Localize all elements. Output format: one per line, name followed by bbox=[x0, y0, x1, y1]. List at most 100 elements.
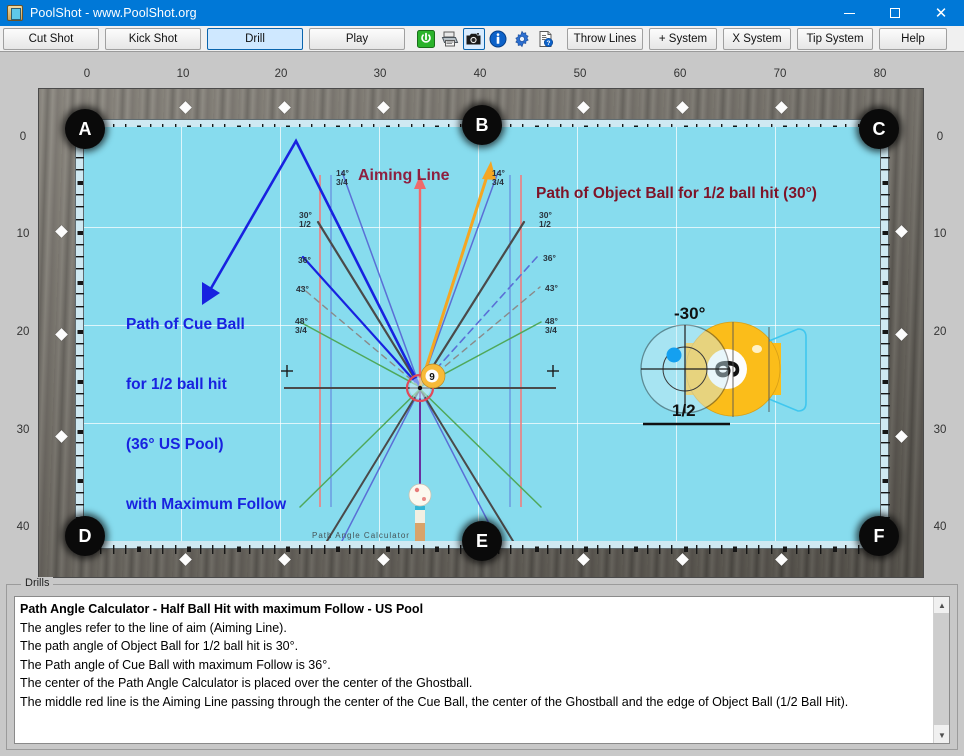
angle-line-48-lower-left bbox=[299, 388, 421, 508]
printer-icon bbox=[441, 31, 459, 46]
power-button[interactable] bbox=[415, 28, 437, 50]
ruler-right-20: 20 bbox=[933, 326, 947, 338]
scrollbar-thumb[interactable] bbox=[934, 613, 949, 725]
angle-label-48-right: 48° 3/4 bbox=[545, 316, 558, 335]
ball-contact-diagram: 9 -30° 1/2 bbox=[630, 304, 830, 432]
camera-icon bbox=[466, 32, 481, 44]
diagram-angle-label: -30° bbox=[674, 304, 706, 323]
annotation-cue-ball-line-1: Path of Cue Ball bbox=[126, 316, 245, 333]
main-toolbar: Cut Shot Kick Shot Drill Play ? Throw Li… bbox=[0, 26, 964, 52]
annotation-cue-ball-path: Path of Cue Ball for 1/2 ball hit (36° U… bbox=[126, 275, 286, 541]
cue-ball-and-stick bbox=[408, 483, 432, 541]
drills-line-4: The center of the Path Angle Calculator … bbox=[20, 676, 473, 691]
pocket-c[interactable]: C bbox=[859, 109, 899, 149]
window-controls: ✕ bbox=[826, 0, 964, 26]
pocket-a[interactable]: A bbox=[65, 109, 105, 149]
drills-description: Path Angle Calculator - Half Ball Hit wi… bbox=[20, 600, 931, 712]
ruler-top-0: 0 bbox=[83, 68, 91, 80]
angle-line-30-right bbox=[418, 220, 526, 389]
annotation-aiming-line: Aiming Line bbox=[358, 167, 450, 184]
ruler-right-40: 40 bbox=[933, 521, 947, 533]
ruler-top-50: 50 bbox=[573, 68, 587, 80]
ruler-left-10: 10 bbox=[16, 228, 30, 240]
maximize-icon bbox=[890, 8, 900, 18]
button-plus-system[interactable]: + System bbox=[649, 27, 717, 50]
pocket-d[interactable]: D bbox=[65, 516, 105, 556]
ruler-right-30: 30 bbox=[933, 424, 947, 436]
drills-scrollbar[interactable]: ▲ ▼ bbox=[933, 597, 949, 743]
screenshot-button[interactable] bbox=[463, 27, 485, 50]
ruler-top-80: 80 bbox=[873, 68, 887, 80]
table-cloth[interactable]: 9 14° 3/4 30° 1/2 36° 43° 48° 3/4 14° 3/… bbox=[84, 127, 880, 541]
scroll-down-arrow[interactable]: ▼ bbox=[934, 727, 949, 743]
pool-table[interactable]: 9 14° 3/4 30° 1/2 36° 43° 48° 3/4 14° 3/… bbox=[38, 88, 924, 578]
angle-line-30-lower-left bbox=[326, 388, 421, 541]
window-title: PoolShot - www.PoolShot.org bbox=[30, 6, 197, 20]
tab-drill[interactable]: Drill bbox=[207, 27, 303, 50]
button-help[interactable]: Help bbox=[879, 27, 947, 50]
tab-play[interactable]: Play bbox=[309, 27, 405, 50]
drills-text-panel[interactable]: Path Angle Calculator - Half Ball Hit wi… bbox=[14, 596, 950, 744]
rail-watermark-text: Path Angle Calculator bbox=[312, 531, 410, 540]
angle-label-14-right: 14° 3/4 bbox=[492, 168, 505, 187]
close-icon: ✕ bbox=[934, 3, 948, 22]
maximize-button[interactable] bbox=[872, 0, 918, 26]
angle-line-48-left bbox=[299, 321, 421, 388]
annotation-cue-ball-line-3: (36° US Pool) bbox=[126, 436, 224, 453]
angle-line-30-lower-right bbox=[419, 388, 514, 541]
button-throw-lines[interactable]: Throw Lines bbox=[567, 27, 643, 50]
drills-line-2: The path angle of Object Ball for 1/2 ba… bbox=[20, 639, 299, 654]
annotation-cue-ball-line-2: for 1/2 ball hit bbox=[126, 376, 227, 393]
angle-fan-upper-right bbox=[418, 171, 542, 389]
angle-label-30-right: 30° 1/2 bbox=[539, 210, 552, 229]
drills-line-3: The Path angle of Cue Ball with maximum … bbox=[20, 657, 331, 672]
ruler-top-70: 70 bbox=[773, 68, 787, 80]
cushion-scale-left bbox=[75, 131, 85, 537]
drills-legend: Drills bbox=[21, 577, 54, 589]
angle-line-14-lower-left bbox=[341, 388, 421, 541]
drills-line-0: Path Angle Calculator - Half Ball Hit wi… bbox=[20, 602, 424, 616]
angle-label-36-right: 36° bbox=[543, 253, 556, 263]
annotation-object-ball-path: Path of Object Ball for 1/2 ball hit (30… bbox=[536, 185, 817, 202]
angle-label-36-left: 36° bbox=[298, 255, 311, 265]
drills-line-1: The angles refer to the line of aim (Aim… bbox=[20, 620, 287, 635]
diagram-cue-ball bbox=[640, 324, 730, 414]
pocket-f[interactable]: F bbox=[859, 516, 899, 556]
ruler-right-0: 0 bbox=[936, 131, 944, 143]
diagram-tip-contact-point bbox=[666, 347, 682, 363]
minimize-icon bbox=[843, 12, 855, 14]
ruler-top-40: 40 bbox=[473, 68, 487, 80]
help-document-icon: ? bbox=[539, 30, 553, 47]
angle-label-43-left: 43° bbox=[296, 284, 309, 294]
cue-ferrule bbox=[415, 509, 425, 523]
ruler-left-20: 20 bbox=[16, 326, 30, 338]
ruler-left-40: 40 bbox=[16, 521, 30, 533]
scale-ticks-right bbox=[881, 132, 890, 533]
angle-line-14-lower-right bbox=[419, 388, 499, 541]
info-button[interactable] bbox=[487, 28, 509, 50]
scroll-up-arrow[interactable]: ▲ bbox=[934, 597, 949, 613]
svg-text:?: ? bbox=[547, 40, 551, 47]
ruler-top-30: 30 bbox=[373, 68, 387, 80]
svg-text:9: 9 bbox=[429, 372, 435, 383]
ruler-top-60: 60 bbox=[673, 68, 687, 80]
settings-button[interactable] bbox=[511, 28, 533, 50]
angle-fan-lower-left bbox=[299, 388, 421, 541]
window-title-bar: PoolShot - www.PoolShot.org ✕ bbox=[0, 0, 964, 26]
help-document-button[interactable]: ? bbox=[535, 28, 557, 50]
ball-contact-svg: 9 bbox=[640, 321, 807, 426]
pocket-e[interactable]: E bbox=[462, 521, 502, 561]
pool-table-stage: 0 10 20 30 40 50 60 70 80 0 10 20 30 40 … bbox=[0, 52, 964, 580]
minimize-button[interactable] bbox=[826, 0, 872, 26]
tab-cut-shot[interactable]: Cut Shot bbox=[3, 27, 99, 50]
ruler-right-10: 10 bbox=[933, 228, 947, 240]
print-button[interactable] bbox=[439, 28, 461, 50]
button-x-system[interactable]: X System bbox=[723, 27, 791, 50]
close-button[interactable]: ✕ bbox=[918, 0, 964, 26]
button-tip-system[interactable]: Tip System bbox=[797, 27, 873, 50]
cue-ball bbox=[408, 483, 432, 507]
object-ball-path bbox=[418, 172, 490, 388]
diagram-fraction-label: 1/2 bbox=[672, 401, 696, 420]
tab-kick-shot[interactable]: Kick Shot bbox=[105, 27, 201, 50]
pocket-b[interactable]: B bbox=[462, 105, 502, 145]
